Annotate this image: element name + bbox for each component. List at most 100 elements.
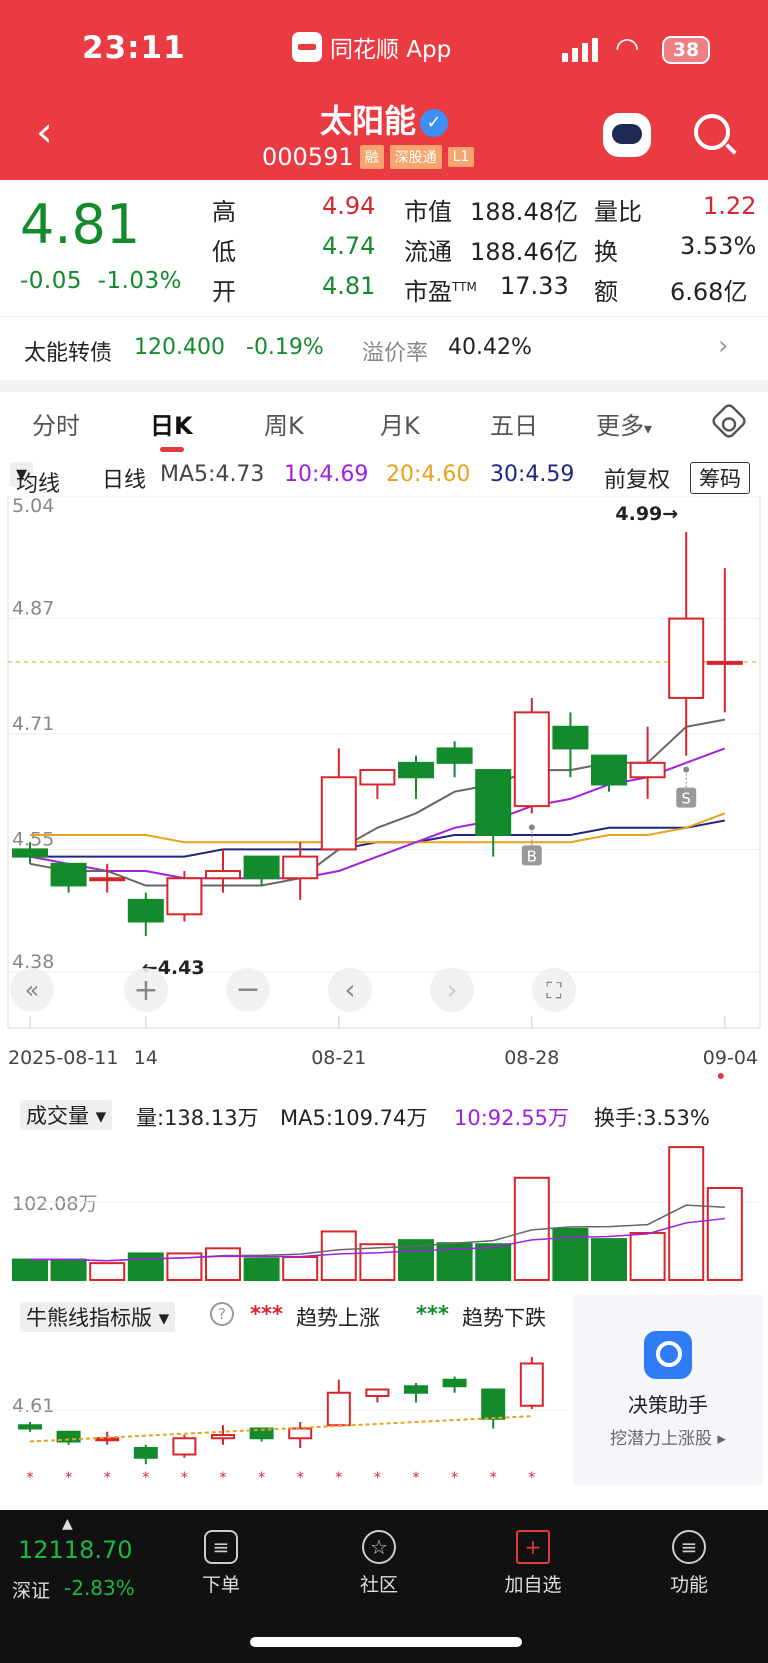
volume-ytick: 102.08万 bbox=[12, 1193, 97, 1215]
low-value: 4.74 bbox=[322, 232, 376, 260]
candle-body bbox=[166, 877, 203, 916]
volume-ratio-value: 1.22 bbox=[703, 192, 757, 220]
pe-value: 17.33 bbox=[500, 272, 569, 300]
period-tabs: 分时 日K 周K 月K 五日 更多▾ bbox=[0, 392, 768, 456]
turnover-value: 3.53% bbox=[680, 232, 757, 260]
amount-label: 额 bbox=[594, 278, 618, 306]
tab-more-label: 更多 bbox=[596, 412, 644, 440]
ma20-label: 20:4.60 bbox=[386, 462, 471, 487]
float-value: 188.46亿 bbox=[470, 238, 578, 266]
down-stars: *** bbox=[416, 1302, 449, 1326]
candle-body bbox=[629, 761, 666, 779]
high-value: 4.94 bbox=[322, 192, 376, 220]
ma-dropdown[interactable]: 均线 ▾ bbox=[10, 462, 60, 497]
app-name-label: 同花顺 App bbox=[330, 37, 452, 63]
chevron-right-icon: › bbox=[446, 973, 457, 1006]
candle-body bbox=[398, 761, 434, 779]
pe-ttm: TTM bbox=[452, 280, 477, 294]
indicator-ytick: 4.61 bbox=[12, 1395, 54, 1417]
nav-add-watchlist[interactable]: + 加自选 bbox=[488, 1520, 578, 1597]
indicator-candle bbox=[133, 1447, 158, 1459]
trade-marker-label: S bbox=[681, 790, 691, 808]
amount-value: 6.68亿 bbox=[670, 278, 748, 306]
indicator-dropdown[interactable]: 牛熊线指标版 ▾ bbox=[20, 1302, 176, 1332]
settings-icon[interactable] bbox=[709, 401, 749, 441]
tab-monthly-k[interactable]: 月K bbox=[380, 406, 420, 441]
menu-icon: ≡ bbox=[672, 1530, 706, 1564]
nav-functions[interactable]: ≡ 功能 bbox=[644, 1520, 734, 1597]
tag-connect: 深股通 bbox=[389, 145, 442, 169]
ytick-label: 4.55 bbox=[12, 828, 54, 850]
indicator-candle bbox=[18, 1424, 42, 1430]
nav-order-label: 下单 bbox=[201, 1574, 240, 1596]
nav-community[interactable]: ☆ 社区 bbox=[334, 1520, 424, 1597]
candlestick-chart[interactable]: 5.044.874.714.554.38 4.99→←4.43BS « + − … bbox=[0, 496, 768, 1100]
chevron-left-icon: ‹ bbox=[344, 973, 355, 1006]
candle-body bbox=[552, 725, 589, 750]
xtick-label: 08-28 bbox=[504, 1047, 559, 1069]
ma30-label: 30:4.59 bbox=[490, 462, 575, 487]
battery-indicator: 38 bbox=[662, 36, 710, 64]
tab-more[interactable]: 更多▾ bbox=[596, 406, 652, 441]
ma-dropdown-label: 均线 bbox=[16, 472, 61, 497]
indicator-chart: 4.61 * * * * * * * * * * * * * * bbox=[8, 1357, 568, 1484]
nav-order[interactable]: ≡ 下单 bbox=[176, 1520, 266, 1597]
today-dot bbox=[717, 1073, 724, 1079]
high-label: 高 bbox=[212, 198, 236, 226]
trade-marker-label: B bbox=[527, 847, 537, 865]
indicator-star: * bbox=[490, 1470, 497, 1484]
indicator-candle bbox=[404, 1385, 428, 1394]
indicator-star: * bbox=[451, 1470, 458, 1484]
chart-controls: « + − ‹ › ⛶ bbox=[10, 968, 576, 1012]
search-icon[interactable] bbox=[694, 114, 730, 150]
tab-weekly-k[interactable]: 周K bbox=[264, 406, 304, 441]
ma-legend-row: 均线 ▾ 日线 MA5:4.73 10:4.69 20:4.60 30:4.59… bbox=[0, 458, 768, 497]
chip-button[interactable]: 筹码 bbox=[690, 462, 750, 494]
adjust-label[interactable]: 前复权 bbox=[604, 462, 670, 494]
decision-assistant-card[interactable]: 决策助手 挖潜力上涨股 ▸ bbox=[573, 1295, 763, 1485]
chevron-right-icon: › bbox=[718, 331, 729, 361]
stock-code-row: 000591 融 深股通 L1 bbox=[262, 143, 475, 171]
volume-bar bbox=[127, 1252, 164, 1282]
add-icon: + bbox=[516, 1530, 550, 1564]
volume-bar bbox=[320, 1230, 357, 1281]
app-logo-icon bbox=[292, 32, 322, 62]
index-value[interactable]: 12118.70 bbox=[18, 1536, 133, 1564]
indicator-candle bbox=[326, 1391, 351, 1427]
indicator-dropdown-label: 牛熊线指标版 bbox=[26, 1306, 152, 1330]
quote-panel: 4.81 -0.05 -1.03% 高 4.94 低 4.74 开 4.81 市… bbox=[0, 180, 768, 316]
xtick-label: 14 bbox=[134, 1047, 158, 1069]
help-icon[interactable]: ? bbox=[210, 1302, 234, 1326]
change-value: -0.05 bbox=[20, 268, 83, 294]
xtick-label: 08-21 bbox=[311, 1047, 366, 1069]
volume-bar bbox=[89, 1262, 126, 1281]
assistant-icon bbox=[644, 1331, 692, 1379]
volume-dropdown[interactable]: 成交量 ▾ bbox=[20, 1100, 113, 1130]
bond-name: 太能转债 bbox=[24, 341, 113, 366]
volume-bar bbox=[359, 1243, 396, 1281]
indicator-legend-row: 牛熊线指标版 ▾ ? *** 趋势上涨 *** 趋势下跌 bbox=[0, 1294, 570, 1334]
convertible-bond-row[interactable]: 太能转债 120.400 -0.19% 溢价率 40.42% › bbox=[0, 316, 768, 380]
tab-daily-k[interactable]: 日K bbox=[150, 406, 193, 441]
high-marker: 4.99→ bbox=[615, 503, 678, 525]
ytick-label: 4.87 bbox=[12, 598, 54, 620]
community-icon: ☆ bbox=[362, 1530, 396, 1564]
tab-five-day[interactable]: 五日 bbox=[490, 406, 538, 441]
volume-bar bbox=[629, 1231, 666, 1281]
assistant-sub: 挖潜力上涨股 ▸ bbox=[610, 1429, 726, 1449]
candle-body bbox=[436, 747, 473, 764]
caret-down-icon: ▾ bbox=[644, 419, 653, 438]
volume-dropdown-label: 成交量 bbox=[26, 1104, 89, 1128]
indicator-candle bbox=[481, 1388, 506, 1420]
verified-icon: ✓ bbox=[420, 109, 448, 137]
indicator-star: * bbox=[181, 1470, 188, 1484]
tab-intraday[interactable]: 分时 bbox=[32, 406, 80, 441]
indicator-candle bbox=[442, 1378, 467, 1388]
robot-assistant-icon[interactable] bbox=[603, 113, 651, 157]
fullscreen-icon: ⛶ bbox=[546, 979, 562, 1004]
volume-chart: 102.08万 bbox=[8, 1146, 760, 1282]
candle-body bbox=[475, 769, 512, 836]
caret-up-icon: ▲ bbox=[62, 1516, 73, 1532]
nav-community-label: 社区 bbox=[359, 1574, 398, 1596]
indicator-star: * bbox=[142, 1470, 149, 1484]
